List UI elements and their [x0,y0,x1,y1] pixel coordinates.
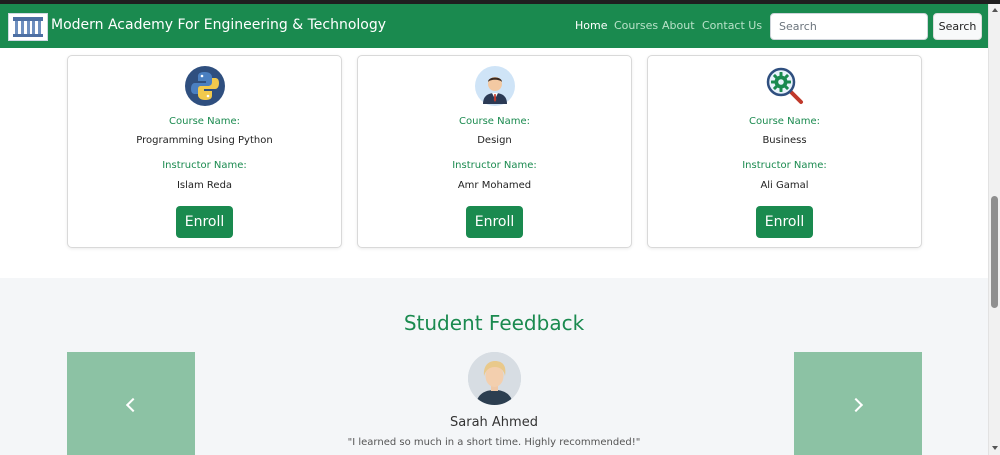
carousel-next-button[interactable] [794,352,922,455]
page-scrollbar[interactable] [988,4,1000,455]
instructor-name-label: Instructor Name: [162,160,247,171]
feedback-title: Student Feedback [403,311,585,335]
search-input[interactable] [770,13,928,40]
instructor-name-value: Amr Mohamed [457,180,532,191]
python-logo-icon [185,66,225,106]
student-feedback-section: Student Feedback Sarah Ahmed "I learned … [0,278,988,455]
course-name-label: Course Name: [459,116,530,127]
instructor-name-label: Instructor Name: [742,160,827,171]
course-name-value: Programming Using Python [136,135,273,146]
gear-magnifier-icon [766,67,803,104]
course-card-business: Course Name: Business Instructor Name: A… [647,55,922,248]
businessman-avatar-icon [475,66,515,106]
instructor-name-value: Islam Reda [176,180,233,191]
scroll-up-arrow-icon[interactable] [992,8,998,12]
enroll-button[interactable]: Enroll [176,206,233,238]
course-name-label: Course Name: [169,116,240,127]
chevron-left-icon [125,397,141,413]
nav-courses[interactable]: Courses [614,19,658,32]
search-button[interactable]: Search [933,13,982,40]
brand-title[interactable]: Modern Academy For Engineering & Technol… [51,17,386,33]
instructor-name-label: Instructor Name: [452,160,537,171]
enroll-button[interactable]: Enroll [466,206,523,238]
course-name-value: Business [762,135,807,146]
nav-about[interactable]: About [662,19,695,32]
course-name-value: Design [477,135,512,146]
navbar: Modern Academy For Engineering & Technol… [0,4,988,48]
course-name-label: Course Name: [749,116,820,127]
nav-contact-us[interactable]: Contact Us [702,19,762,32]
scrollbar-thumb[interactable] [991,196,998,308]
nav-home[interactable]: Home [575,19,607,32]
student-avatar [468,352,521,405]
scroll-down-arrow-icon[interactable] [992,446,998,450]
instructor-name-value: Ali Gamal [760,180,809,191]
course-card-python: Course Name: Programming Using Python In… [67,55,342,248]
academy-logo[interactable] [8,13,48,41]
chevron-right-icon [848,397,864,413]
course-card-design: Course Name: Design Instructor Name: Amr… [357,55,632,248]
enroll-button[interactable]: Enroll [756,206,813,238]
